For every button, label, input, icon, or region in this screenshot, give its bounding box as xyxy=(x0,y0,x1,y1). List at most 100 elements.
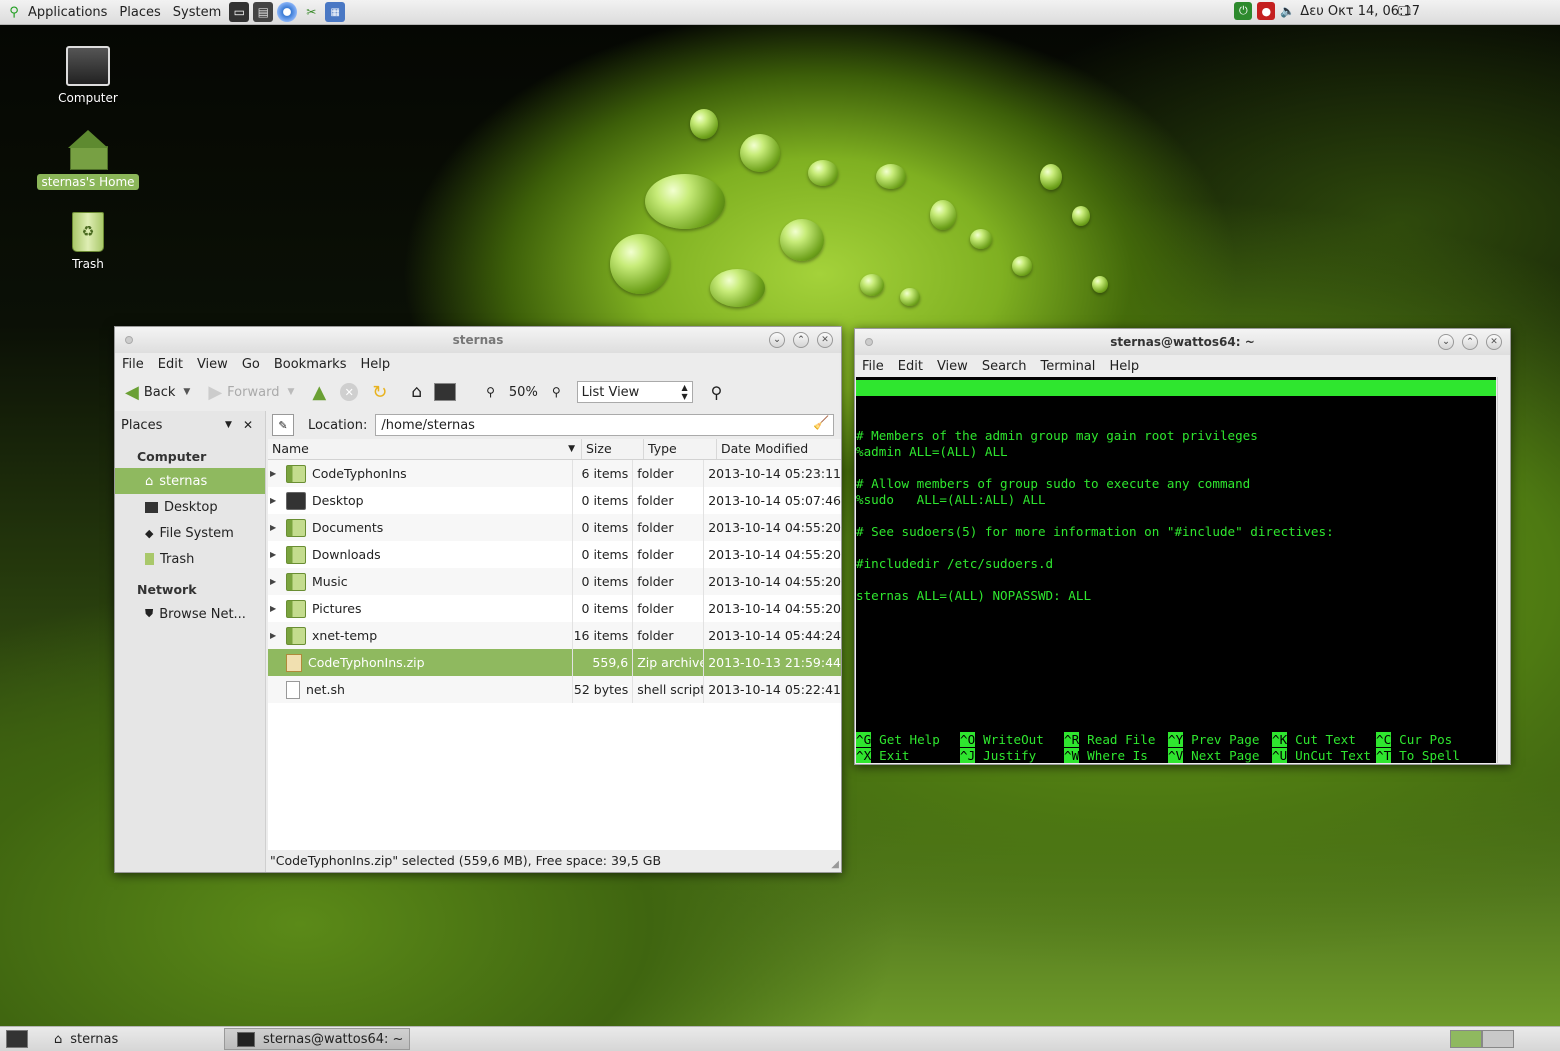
sidebar-close-icon[interactable]: ✕ xyxy=(243,418,253,432)
window-titlebar[interactable]: sternas@wattos64: ~ ⌄ ⌃ ✕ xyxy=(855,329,1510,355)
desktop-folder-icon xyxy=(286,491,306,510)
reload-icon[interactable]: ↻ xyxy=(372,382,387,403)
expander-icon[interactable]: ▶ xyxy=(270,496,280,505)
display-icon[interactable]: 🖵 xyxy=(1398,4,1411,19)
maximize-button[interactable]: ⌃ xyxy=(793,332,809,348)
terminal-icon[interactable]: ▭ xyxy=(229,2,250,22)
nano-shortcut-label: Read File xyxy=(1087,732,1156,747)
menu-edit[interactable]: Edit xyxy=(891,359,930,374)
taskbar-item-terminal[interactable]: sternas@wattos64: ~ xyxy=(224,1028,410,1050)
table-row[interactable]: ▶ Desktop 0 items folder 2013-10-14 05:07:46 xyxy=(268,487,841,514)
zoom-out-icon[interactable]: ⚲ xyxy=(486,385,495,399)
sidebar-item-label: Trash xyxy=(160,551,195,567)
calendar-icon[interactable]: ▦ xyxy=(325,2,346,22)
table-row[interactable]: ▶ Documents 0 items folder 2013-10-14 04:55:… xyxy=(268,514,841,541)
menu-view[interactable]: View xyxy=(930,359,975,374)
table-row[interactable]: ▶ xnet-temp 16 items folder 2013-10-14 05:44… xyxy=(268,622,841,649)
computer-icon[interactable] xyxy=(434,383,457,401)
menu-bookmarks[interactable]: Bookmarks xyxy=(267,357,354,372)
table-row[interactable]: ▶ CodeTyphonIns 6 items folder 2013-10-14 05… xyxy=(268,460,841,487)
back-button[interactable]: ◀ Back xyxy=(121,382,179,403)
location-input[interactable]: /home/sternas 🧹 xyxy=(375,414,835,436)
menu-help[interactable]: Help xyxy=(353,357,397,372)
minimize-button[interactable]: ⌄ xyxy=(1438,334,1454,350)
window-menu-icon[interactable] xyxy=(865,338,873,346)
column-header-date[interactable]: Date Modified xyxy=(717,439,841,459)
update-icon[interactable]: ● xyxy=(1257,2,1276,20)
close-button[interactable]: ✕ xyxy=(1486,334,1502,350)
column-header-type[interactable]: Type xyxy=(644,439,717,459)
sidebar-item-browse-network[interactable]: ⛊ Browse Net... xyxy=(115,601,265,627)
window-menu-icon[interactable] xyxy=(125,336,133,344)
table-row[interactable]: CodeTyphonIns.zip 559,6 MB Zip archive 2013… xyxy=(268,649,841,697)
browser-icon[interactable] xyxy=(277,2,298,22)
expander-icon[interactable]: ▶ xyxy=(270,550,280,559)
terminal-icon xyxy=(237,1031,255,1047)
workspace-1[interactable] xyxy=(1450,1030,1482,1048)
menu-go[interactable]: Go xyxy=(235,357,267,372)
sidebar-item-trash[interactable]: Trash xyxy=(115,546,265,572)
sidebar-section-network: Network xyxy=(137,582,197,597)
menu-file[interactable]: File xyxy=(855,359,891,374)
nano-shortcut-label: Get Help xyxy=(879,732,940,747)
search-icon[interactable]: ⚲ xyxy=(711,383,723,402)
menu-edit[interactable]: Edit xyxy=(151,357,190,372)
forward-history-icon[interactable]: ▼ xyxy=(287,387,294,397)
disk-icon[interactable]: ▤ xyxy=(253,2,274,22)
desktop-icon-trash[interactable]: ♻ Trash xyxy=(33,212,143,272)
menu-view[interactable]: View xyxy=(190,357,235,372)
tools-icon[interactable]: ✂ xyxy=(301,2,321,22)
table-row[interactable]: ▶ Pictures 0 items folder 2013-10-14 04:55:2… xyxy=(268,595,841,622)
up-arrow-icon[interactable]: ▲ xyxy=(312,382,326,403)
desktop-icon-home[interactable]: sternas's Home xyxy=(33,130,143,190)
menu-file[interactable]: File xyxy=(115,357,151,372)
sidebar-item-file-system[interactable]: ◆ File System xyxy=(115,520,265,546)
window-titlebar[interactable]: sternas ⌄ ⌃ ✕ xyxy=(115,327,841,353)
column-header-size[interactable]: Size xyxy=(582,439,644,459)
table-row[interactable]: ▶ Downloads 0 items folder 2013-10-14 04:55:… xyxy=(268,541,841,568)
home-icon[interactable]: ⌂ xyxy=(411,382,422,402)
nano-shortcut: ^U UnCut Text xyxy=(1272,748,1371,763)
distro-logo-icon[interactable]: ⚲ xyxy=(6,3,22,21)
zoom-in-icon[interactable]: ⚲ xyxy=(552,385,561,399)
terminal-screen[interactable]: GNU nano 2.2.6 File: /etc/sudoers # Membe… xyxy=(856,377,1496,763)
expander-icon[interactable]: ▶ xyxy=(270,604,280,613)
file-size: 0 items xyxy=(573,595,634,622)
desktop-icon-computer[interactable]: Computer xyxy=(33,46,143,106)
expander-icon[interactable]: ▶ xyxy=(270,469,280,478)
places-menu[interactable]: Places xyxy=(113,5,166,20)
forward-button[interactable]: ▶ Forward xyxy=(204,382,283,403)
close-button[interactable]: ✕ xyxy=(817,332,833,348)
table-row[interactable]: net.sh 52 bytes shell script 2013-10-14 05:… xyxy=(268,676,841,703)
menu-search[interactable]: Search xyxy=(975,359,1034,374)
edit-location-icon[interactable]: ✎ xyxy=(272,414,294,436)
menu-help[interactable]: Help xyxy=(1102,359,1146,374)
minimize-button[interactable]: ⌄ xyxy=(769,332,785,348)
terminal-scrollbar[interactable] xyxy=(1497,377,1510,763)
expander-icon[interactable]: ▶ xyxy=(270,523,280,532)
workspace-switcher[interactable] xyxy=(1450,1030,1514,1048)
stop-icon[interactable]: ✕ xyxy=(340,383,359,401)
applications-menu[interactable]: Applications xyxy=(22,5,113,20)
system-menu[interactable]: System xyxy=(167,5,227,20)
taskbar-item-file-manager[interactable]: ⌂ sternas xyxy=(42,1028,222,1050)
workspace-2[interactable] xyxy=(1482,1030,1514,1048)
column-header-name[interactable]: Name ▼ xyxy=(268,439,582,459)
sidebar-item-desktop[interactable]: Desktop xyxy=(115,494,265,520)
show-desktop-icon[interactable] xyxy=(6,1030,28,1048)
expander-icon[interactable]: ▶ xyxy=(270,577,280,586)
expander-icon[interactable]: ▶ xyxy=(270,631,280,640)
sidebar-item-sternas[interactable]: ⌂ sternas xyxy=(115,468,265,494)
power-icon[interactable]: ⏻ xyxy=(1234,2,1253,20)
sidebar-dropdown-icon[interactable]: ▼ xyxy=(225,420,232,430)
clear-location-icon[interactable]: 🧹 xyxy=(813,416,829,431)
menu-terminal[interactable]: Terminal xyxy=(1033,359,1102,374)
resize-grip-icon[interactable]: ◢ xyxy=(831,859,839,870)
table-row[interactable]: ▶ Music 0 items folder 2013-10-14 04:55:20 xyxy=(268,568,841,595)
maximize-button[interactable]: ⌃ xyxy=(1462,334,1478,350)
back-history-icon[interactable]: ▼ xyxy=(183,387,190,397)
nano-shortcut-key: ^K xyxy=(1272,732,1288,747)
folder-icon xyxy=(286,599,306,618)
view-mode-select[interactable]: List View ▲ ▼ xyxy=(576,381,693,403)
volume-icon[interactable]: 🔈 xyxy=(1280,4,1295,18)
